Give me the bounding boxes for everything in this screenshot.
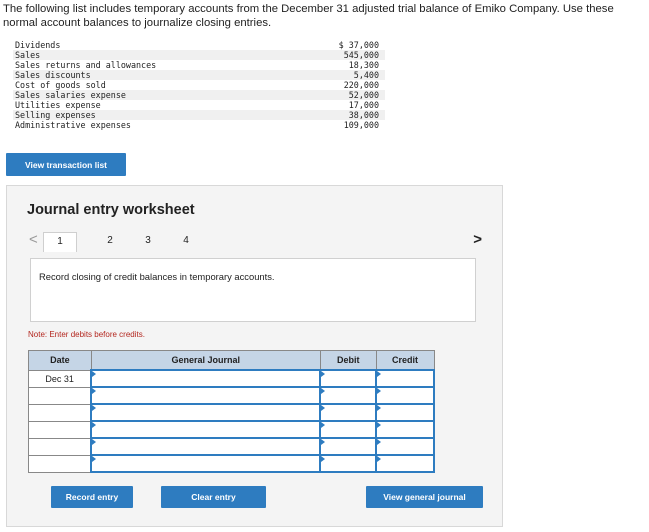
tb-row: Sales returns and allowances 18,300 (13, 60, 385, 70)
date-cell[interactable] (28, 420, 92, 439)
tb-amount: 545,000 (343, 50, 379, 60)
dropdown-flag-icon (321, 405, 326, 411)
date-cell[interactable] (28, 403, 92, 422)
dropdown-flag-icon (92, 422, 97, 428)
page-tab-4[interactable]: 4 (178, 232, 194, 252)
tb-row: Dividends $ 37,000 (13, 40, 385, 50)
dropdown-flag-icon (92, 456, 97, 462)
date-cell[interactable] (28, 386, 92, 405)
credit-input[interactable] (375, 403, 435, 422)
debit-input[interactable] (319, 454, 378, 473)
tb-account: Sales (15, 50, 41, 60)
account-select[interactable] (90, 420, 322, 439)
credit-input[interactable] (375, 369, 435, 388)
prompt-box: Record closing of credit balances in tem… (30, 258, 476, 322)
tb-amount: 38,000 (348, 110, 379, 120)
table-row (28, 420, 435, 439)
date-cell[interactable]: Dec 31 (28, 369, 92, 388)
tb-account: Utilities expense (15, 100, 101, 110)
view-transaction-list-button[interactable]: View transaction list (6, 153, 126, 176)
account-select[interactable] (90, 386, 322, 405)
tb-account: Sales discounts (15, 70, 91, 80)
account-select[interactable] (90, 369, 322, 388)
credit-input[interactable] (375, 420, 435, 439)
dropdown-flag-icon (321, 371, 326, 377)
clear-entry-button[interactable]: Clear entry (161, 486, 266, 508)
page-navigation: < 1 2 3 4 > (27, 232, 482, 252)
debit-input[interactable] (319, 403, 378, 422)
tb-account: Cost of goods sold (15, 80, 106, 90)
tb-amount: 220,000 (343, 80, 379, 90)
tb-row: Cost of goods sold 220,000 (13, 80, 385, 90)
table-row (28, 454, 435, 473)
tb-row: Sales salaries expense 52,000 (13, 90, 385, 100)
date-column-header: Date (28, 350, 92, 371)
debit-input[interactable] (319, 437, 378, 456)
credit-input[interactable] (375, 454, 435, 473)
dropdown-flag-icon (377, 439, 382, 445)
tb-row: Sales discounts 5,400 (13, 70, 385, 80)
credit-column-header: Credit (375, 350, 435, 371)
table-row: Dec 31 (28, 369, 435, 388)
tb-row: Sales 545,000 (13, 50, 385, 60)
tb-account: Dividends (15, 40, 61, 50)
debit-input[interactable] (319, 386, 378, 405)
tb-account: Sales returns and allowances (15, 60, 157, 70)
date-cell[interactable] (28, 454, 92, 473)
page-tab-2[interactable]: 2 (102, 232, 118, 252)
tb-amount: 17,000 (348, 100, 379, 110)
prompt-text: Record closing of credit balances in tem… (39, 271, 275, 282)
table-row (28, 437, 435, 456)
date-cell[interactable] (28, 437, 92, 456)
dropdown-flag-icon (377, 371, 382, 377)
tb-account: Administrative expenses (15, 120, 131, 130)
dropdown-flag-icon (92, 405, 97, 411)
chevron-left-icon[interactable]: < (29, 232, 38, 248)
tb-amount: 109,000 (343, 120, 379, 130)
tb-row: Selling expenses 38,000 (13, 110, 385, 120)
page-tab-1[interactable]: 1 (43, 232, 77, 252)
debit-input[interactable] (319, 369, 378, 388)
tb-account: Sales salaries expense (15, 90, 126, 100)
dropdown-flag-icon (377, 405, 382, 411)
credit-input[interactable] (375, 386, 435, 405)
journal-table: Date General Journal Debit Credit Dec 31 (28, 350, 435, 473)
table-header-row: Date General Journal Debit Credit (28, 350, 435, 371)
dropdown-flag-icon (92, 388, 97, 394)
dropdown-flag-icon (377, 388, 382, 394)
chevron-right-icon[interactable]: > (473, 232, 482, 248)
account-select[interactable] (90, 403, 322, 422)
tb-row: Administrative expenses 109,000 (13, 120, 385, 130)
worksheet-title: Journal entry worksheet (27, 202, 195, 218)
tb-row: Utilities expense 17,000 (13, 100, 385, 110)
dropdown-flag-icon (321, 456, 326, 462)
intro-text: The following list includes temporary ac… (3, 3, 614, 29)
tb-amount: 5,400 (353, 70, 379, 80)
tb-account: Selling expenses (15, 110, 96, 120)
account-select[interactable] (90, 454, 322, 473)
tb-amount: 18,300 (348, 60, 379, 70)
dropdown-flag-icon (92, 371, 97, 377)
dropdown-flag-icon (321, 388, 326, 394)
general-journal-column-header: General Journal (90, 350, 321, 371)
debit-column-header: Debit (319, 350, 377, 371)
dropdown-flag-icon (321, 422, 326, 428)
debit-input[interactable] (319, 420, 378, 439)
tb-amount: $ 37,000 (338, 40, 379, 50)
dropdown-flag-icon (377, 456, 382, 462)
account-select[interactable] (90, 437, 322, 456)
page-tab-3[interactable]: 3 (140, 232, 156, 252)
journal-entry-worksheet: Journal entry worksheet < 1 2 3 4 > Reco… (6, 185, 503, 527)
table-row (28, 386, 435, 405)
dropdown-flag-icon (321, 439, 326, 445)
tb-amount: 52,000 (348, 90, 379, 100)
dropdown-flag-icon (92, 439, 97, 445)
credit-input[interactable] (375, 437, 435, 456)
trial-balance: Dividends $ 37,000 Sales 545,000 Sales ret… (13, 40, 385, 130)
note-text: Note: Enter debits before credits. (28, 330, 145, 339)
dropdown-flag-icon (377, 422, 382, 428)
table-row (28, 403, 435, 422)
record-entry-button[interactable]: Record entry (51, 486, 133, 508)
view-general-journal-button[interactable]: View general journal (366, 486, 483, 508)
